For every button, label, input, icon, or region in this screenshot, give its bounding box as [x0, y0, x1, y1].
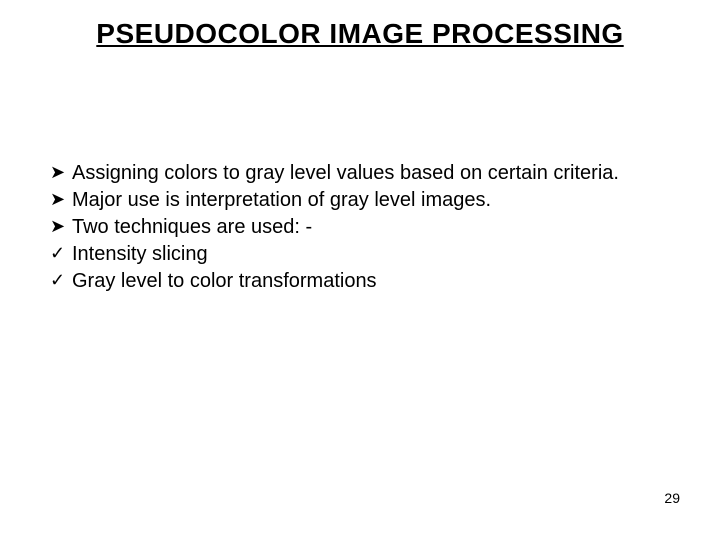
slide: PSEUDOCOLOR IMAGE PROCESSING ➤ Assigning…	[0, 0, 720, 540]
arrow-bullet-icon: ➤	[50, 160, 72, 184]
list-item-text: Gray level to color transformations	[72, 268, 660, 295]
check-bullet-icon: ✓	[50, 268, 72, 292]
list-item: ✓ Intensity slicing	[50, 241, 660, 268]
slide-title: PSEUDOCOLOR IMAGE PROCESSING	[96, 18, 623, 49]
list-item-text: Intensity slicing	[72, 241, 660, 268]
list-item: ✓ Gray level to color transformations	[50, 268, 660, 295]
page-number: 29	[664, 490, 680, 506]
list-item: ➤ Major use is interpretation of gray le…	[50, 187, 660, 214]
list-item: ➤ Assigning colors to gray level values …	[50, 160, 660, 187]
list-item: ➤ Two techniques are used: -	[50, 214, 660, 241]
list-item-text: Two techniques are used: -	[72, 214, 660, 241]
list-item-text: Assigning colors to gray level values ba…	[72, 160, 660, 187]
check-bullet-icon: ✓	[50, 241, 72, 265]
arrow-bullet-icon: ➤	[50, 214, 72, 238]
slide-title-container: PSEUDOCOLOR IMAGE PROCESSING	[0, 18, 720, 50]
list-item-text: Major use is interpretation of gray leve…	[72, 187, 660, 214]
arrow-bullet-icon: ➤	[50, 187, 72, 211]
bullet-list: ➤ Assigning colors to gray level values …	[50, 160, 660, 295]
